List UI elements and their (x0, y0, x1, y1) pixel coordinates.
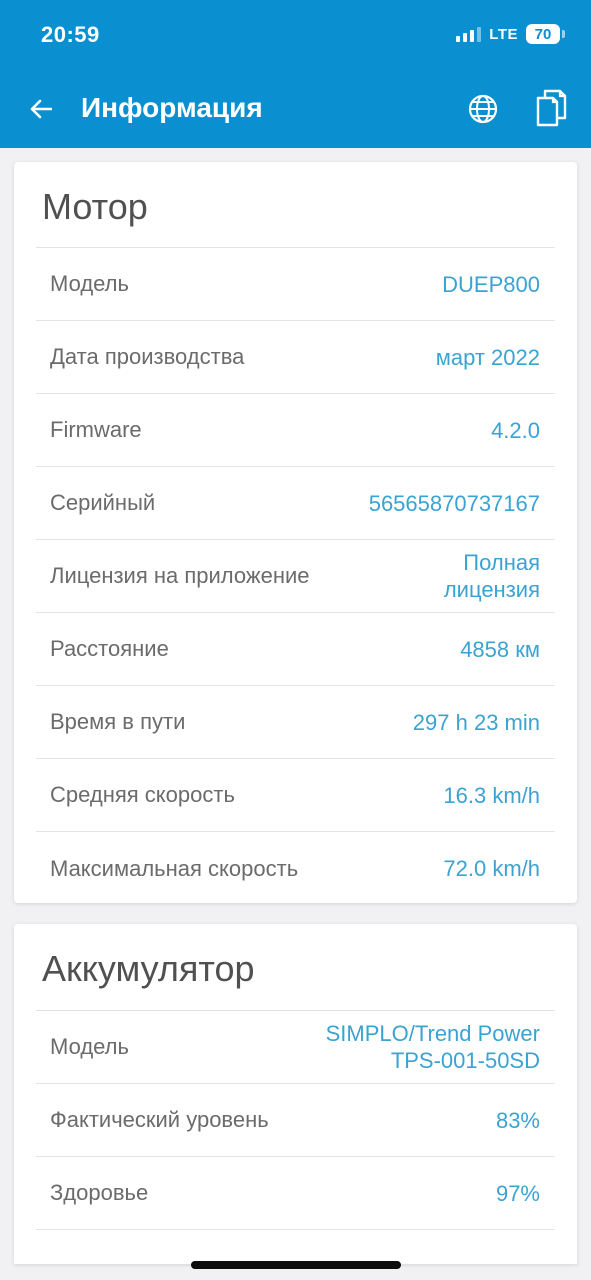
row-value-line: TPS-001-50SD (390, 1048, 540, 1073)
motor-row-model: Модель DUEP800 (36, 248, 555, 321)
motor-row-license: Лицензия на приложение Полная лицензия (36, 540, 555, 613)
motor-row-travel-time: Время в пути 297 h 23 min (36, 686, 555, 759)
row-label: Время в пути (50, 709, 186, 734)
status-time: 20:59 (41, 22, 100, 47)
motor-row-production-date: Дата производства март 2022 (36, 321, 555, 394)
row-value: 72.0 km/h (443, 856, 540, 881)
battery-level: 70 (526, 24, 560, 44)
motor-card-title: Мотор (42, 186, 148, 227)
battery-card-title: Аккумулятор (42, 948, 255, 989)
copy-button[interactable] (533, 88, 569, 128)
row-label: Серийный (50, 490, 156, 515)
app-header: 20:59 LTE 70 Информация (0, 0, 591, 148)
row-value: март 2022 (435, 344, 540, 370)
battery-row-model: Модель SIMPLO/Trend Power TPS-001-50SD (36, 1011, 555, 1084)
motor-row-max-speed: Максимальная скорость 72.0 km/h (36, 832, 555, 905)
motor-row-average-speed: Средняя скорость 16.3 km/h (36, 759, 555, 832)
battery-icon: 70 (526, 24, 565, 44)
status-indicators: LTE 70 (456, 24, 565, 44)
row-label: Средняя скорость (50, 782, 235, 807)
row-value-line: SIMPLO/Trend Power (325, 1021, 540, 1046)
row-value: 83% (495, 1107, 540, 1133)
row-label: Дата производства (50, 344, 245, 369)
motor-row-serial: Серийный 56565870737167 (36, 467, 555, 540)
copy-document-icon (536, 89, 567, 127)
home-indicator[interactable] (191, 1261, 401, 1269)
globe-icon (468, 94, 498, 124)
row-value: 56565870737167 (368, 490, 540, 516)
row-value: 297 h 23 min (412, 709, 540, 735)
row-value: 4858 км (460, 636, 540, 662)
row-value-line: лицензия (443, 577, 540, 602)
battery-card: Аккумулятор Модель SIMPLO/Trend Power TP… (14, 924, 577, 1264)
network-type: LTE (489, 25, 518, 43)
language-button[interactable] (466, 92, 500, 126)
row-value: Полная лицензия (444, 549, 540, 603)
row-label: Фактический уровень (50, 1107, 269, 1132)
motor-row-distance: Расстояние 4858 км (36, 613, 555, 686)
row-value: SIMPLO/Trend Power TPS-001-50SD (326, 1020, 540, 1074)
row-label: Максимальная скорость (50, 855, 299, 881)
row-value: 16.3 km/h (443, 782, 540, 808)
arrow-left-icon (30, 99, 52, 119)
motor-row-firmware: Firmware 4.2.0 (36, 394, 555, 467)
back-button[interactable] (26, 94, 56, 124)
page-title: Информация (81, 92, 263, 123)
row-label: Лицензия на приложение (50, 563, 310, 588)
row-label: Firmware (50, 417, 142, 442)
row-label: Модель (50, 1034, 129, 1059)
battery-row-health: Здоровье 97% (36, 1157, 555, 1230)
row-value: 4.2.0 (491, 417, 540, 443)
motor-card: Мотор Модель DUEP800 Дата производства м… (14, 162, 577, 903)
row-value-line: Полная (463, 550, 540, 575)
row-value: 97% (495, 1180, 540, 1206)
row-value: DUEP800 (442, 271, 540, 297)
battery-row-actual-level: Фактический уровень 83% (36, 1084, 555, 1157)
signal-strength-icon (456, 26, 482, 42)
row-label: Расстояние (50, 636, 169, 661)
row-label: Модель (50, 271, 129, 296)
row-label: Здоровье (50, 1180, 149, 1205)
